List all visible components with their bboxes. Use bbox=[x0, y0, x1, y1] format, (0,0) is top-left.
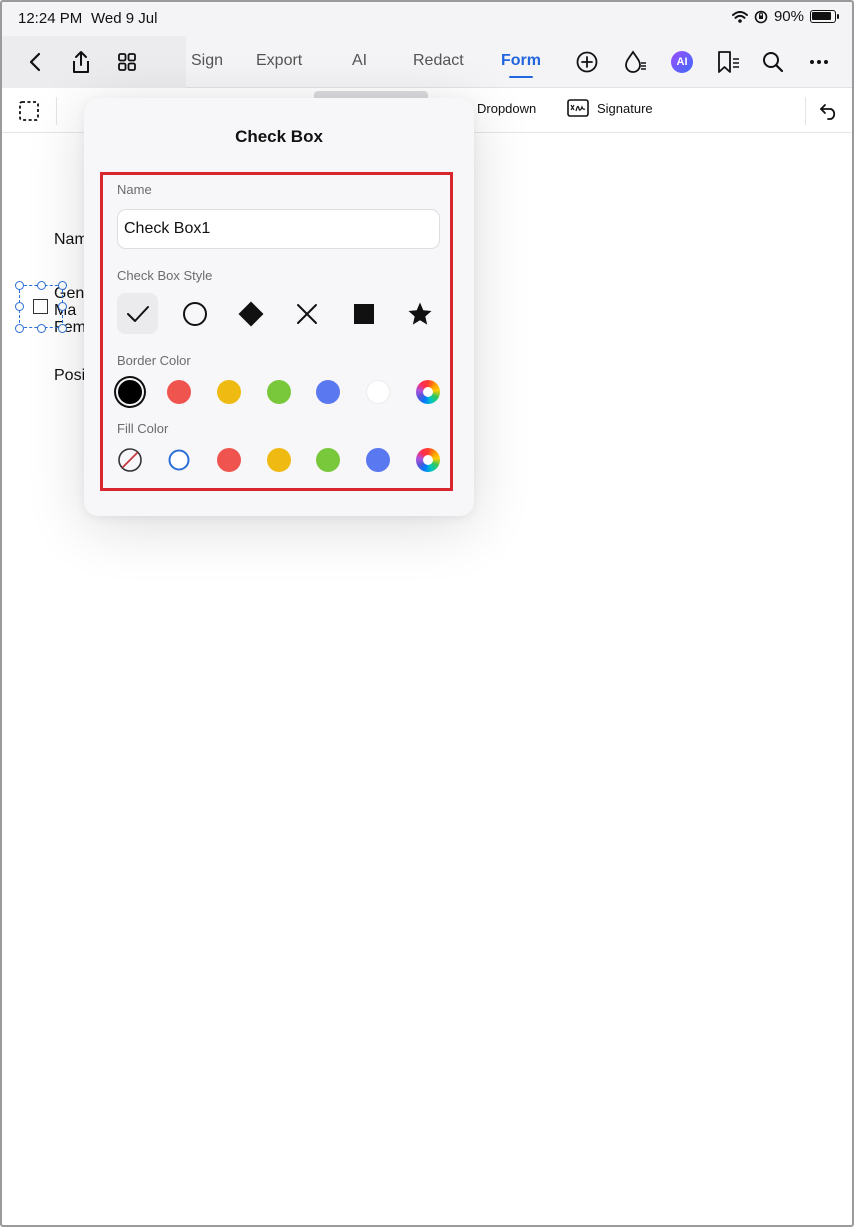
tab-form[interactable]: Form bbox=[501, 52, 541, 78]
resize-handle[interactable] bbox=[37, 281, 46, 290]
orientation-lock-icon bbox=[754, 10, 768, 23]
search-button[interactable] bbox=[760, 49, 786, 75]
no-fill-icon bbox=[118, 448, 142, 472]
square-icon bbox=[353, 303, 374, 324]
pages-grid-button[interactable] bbox=[114, 49, 140, 75]
border-color-black[interactable] bbox=[118, 380, 142, 404]
share-icon bbox=[73, 51, 89, 73]
chevron-left-icon bbox=[29, 52, 41, 72]
dropdown-tool-label: Dropdown bbox=[477, 101, 537, 116]
doc-text-line: Nam bbox=[54, 231, 88, 248]
wifi-icon bbox=[731, 10, 748, 23]
divider bbox=[805, 97, 806, 125]
bookmark-button[interactable] bbox=[715, 49, 741, 75]
battery-icon bbox=[810, 10, 839, 23]
more-icon bbox=[810, 60, 828, 64]
undo-icon bbox=[820, 104, 836, 120]
bookmark-list-icon bbox=[718, 51, 739, 73]
share-button[interactable] bbox=[68, 49, 94, 75]
style-diamond-button[interactable] bbox=[230, 293, 271, 334]
plus-circle-icon bbox=[576, 51, 598, 73]
resize-handle[interactable] bbox=[15, 302, 24, 311]
ai-icon: AI bbox=[671, 51, 693, 73]
ink-button[interactable] bbox=[622, 49, 648, 75]
border-color-blue[interactable] bbox=[316, 380, 340, 404]
resize-handle[interactable] bbox=[15, 324, 24, 333]
status-bar: 12:24 PM Wed 9 Jul 90% bbox=[0, 0, 854, 36]
signature-icon bbox=[567, 99, 589, 117]
diamond-icon bbox=[238, 301, 263, 326]
border-color-green[interactable] bbox=[267, 380, 291, 404]
border-color-label: Border Color bbox=[117, 353, 191, 368]
ai-assistant-button[interactable]: AI bbox=[669, 49, 695, 75]
style-circle-button[interactable] bbox=[174, 293, 215, 334]
status-time: 12:24 PM bbox=[18, 10, 83, 27]
style-check-button[interactable] bbox=[117, 293, 158, 334]
fill-color-blue[interactable] bbox=[366, 448, 390, 472]
ink-drop-icon bbox=[625, 50, 646, 73]
dropdown-tool-button[interactable]: Dropdown bbox=[477, 101, 536, 116]
fill-color-yellow[interactable] bbox=[267, 448, 291, 472]
signature-tool-button[interactable]: Signature bbox=[567, 99, 653, 117]
resize-handle[interactable] bbox=[15, 281, 24, 290]
grid-icon bbox=[118, 53, 136, 71]
star-icon bbox=[408, 302, 431, 325]
top-nav-bar: Sign Export AI Redact Form AI bbox=[0, 36, 854, 88]
fill-color-picker-icon[interactable] bbox=[416, 448, 440, 472]
divider bbox=[56, 97, 57, 125]
circle-icon bbox=[182, 301, 207, 326]
outline-circle-icon bbox=[168, 449, 190, 471]
border-color-red[interactable] bbox=[167, 380, 191, 404]
cross-icon bbox=[296, 303, 317, 324]
tab-sign[interactable]: Sign bbox=[191, 52, 223, 70]
marquee-select-icon bbox=[19, 101, 39, 121]
signature-tool-label: Signature bbox=[597, 100, 653, 116]
border-color-picker-icon[interactable] bbox=[416, 380, 440, 404]
status-right: 90% bbox=[731, 8, 839, 25]
undo-button[interactable] bbox=[816, 98, 842, 124]
style-cross-button[interactable] bbox=[286, 293, 327, 334]
fill-color-red[interactable] bbox=[217, 448, 241, 472]
back-button[interactable] bbox=[22, 49, 48, 75]
border-color-white[interactable] bbox=[366, 380, 390, 404]
resize-handle[interactable] bbox=[37, 324, 46, 333]
name-input[interactable] bbox=[117, 209, 440, 249]
check-icon bbox=[126, 305, 149, 322]
tab-ai[interactable]: AI bbox=[352, 52, 367, 70]
tab-redact[interactable]: Redact bbox=[413, 52, 464, 70]
fill-color-none[interactable] bbox=[118, 448, 142, 472]
check-box-style-label: Check Box Style bbox=[117, 268, 213, 283]
resize-handle[interactable] bbox=[58, 281, 67, 290]
style-square-button[interactable] bbox=[343, 293, 384, 334]
resize-handle[interactable] bbox=[58, 302, 67, 311]
border-color-yellow[interactable] bbox=[217, 380, 241, 404]
doc-text-line: Posi bbox=[54, 367, 86, 384]
fill-color-label: Fill Color bbox=[117, 421, 169, 436]
check-box-properties-popover: Check Box Name Check Box Style Border Co… bbox=[84, 98, 474, 516]
popover-title: Check Box bbox=[235, 127, 323, 146]
battery-percentage: 90% bbox=[773, 8, 804, 25]
checkbox-form-field[interactable] bbox=[33, 299, 48, 314]
tab-export[interactable]: Export bbox=[256, 52, 302, 70]
search-icon bbox=[763, 52, 784, 73]
status-date: Wed 9 Jul bbox=[91, 10, 158, 27]
style-star-button[interactable] bbox=[399, 293, 440, 334]
resize-handle[interactable] bbox=[58, 324, 67, 333]
add-button[interactable] bbox=[574, 49, 600, 75]
select-tool-button[interactable] bbox=[16, 98, 42, 124]
name-label: Name bbox=[117, 182, 152, 197]
more-button[interactable] bbox=[806, 49, 832, 75]
fill-color-green[interactable] bbox=[316, 448, 340, 472]
fill-color-outline-blue[interactable] bbox=[167, 448, 191, 472]
